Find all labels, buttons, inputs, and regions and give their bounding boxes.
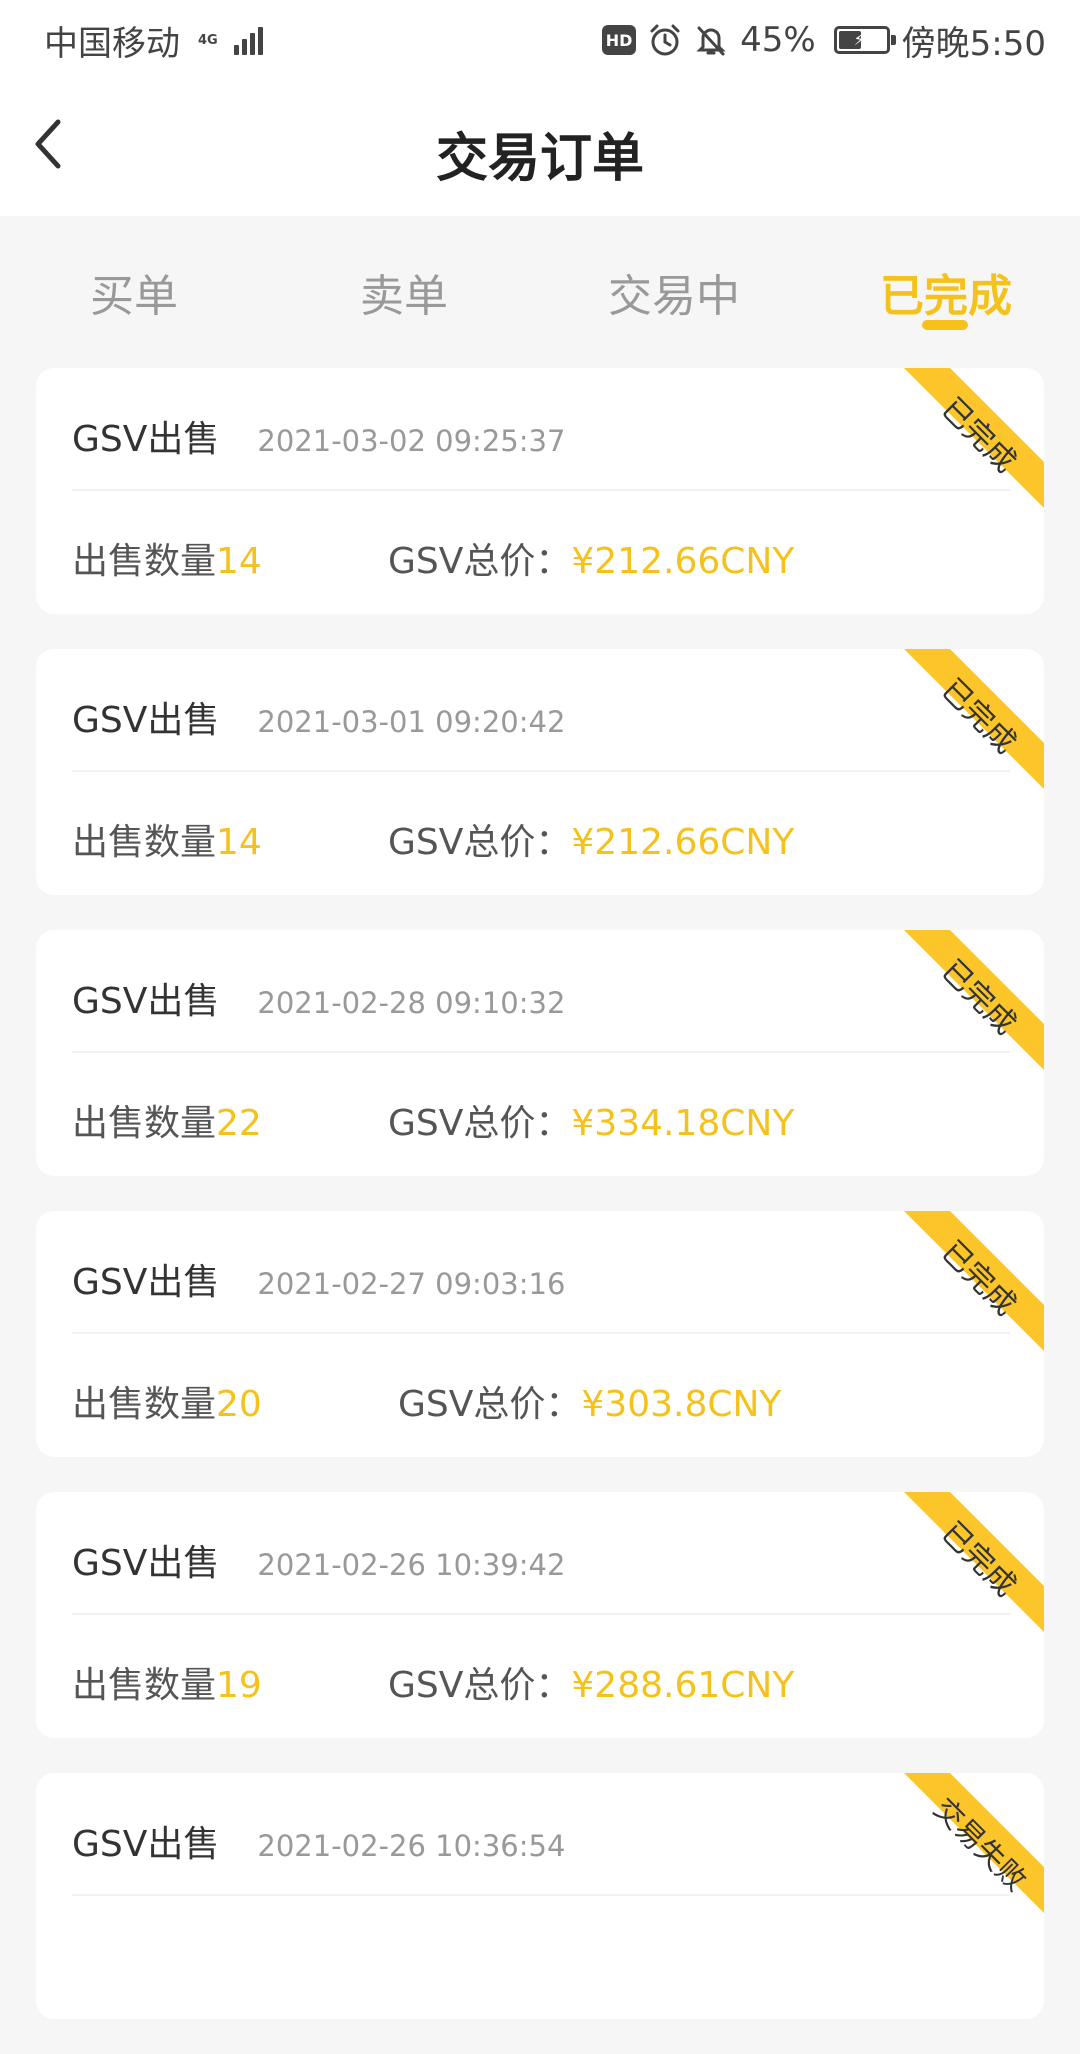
alarm-icon: [650, 24, 680, 56]
carrier-name: 中国移动: [44, 23, 180, 64]
status-ribbon: 已完成: [904, 1211, 1044, 1351]
total-price: GSV总价：¥288.61CNY: [388, 1656, 794, 1708]
tab-sell-orders[interactable]: 卖单: [294, 260, 514, 324]
divider: [72, 1332, 1010, 1334]
tab-bar: 买单 卖单 交易中 已完成: [0, 216, 1080, 336]
order-header: GSV出售 2021-02-26 10:39:42: [72, 1534, 565, 1586]
quantity: 出售数量22: [72, 1094, 262, 1146]
order-time: 2021-02-28 09:10:32: [257, 986, 566, 1020]
status-right: HD 45% ⚡ 傍晚5:50: [602, 16, 1046, 65]
divider: [72, 1051, 1010, 1053]
order-type: GSV出售: [72, 1262, 220, 1303]
total-price: GSV总价：¥212.66CNY: [388, 813, 794, 865]
status-ribbon: 已完成: [904, 368, 1044, 508]
battery-icon: ⚡: [833, 26, 896, 54]
total-price-label: GSV总价：: [388, 822, 572, 863]
total-price: GSV总价：¥334.18CNY: [388, 1094, 794, 1146]
total-price-label: GSV总价：: [398, 1384, 582, 1425]
order-type: GSV出售: [72, 419, 220, 460]
order-header: GSV出售 2021-02-26 10:36:54: [72, 1815, 565, 1867]
quantity-label: 出售数量: [72, 1665, 217, 1706]
total-price: GSV总价：¥212.66CNY: [388, 532, 794, 584]
quantity-value: 14: [216, 822, 262, 863]
order-time: 2021-02-26 10:39:42: [257, 1548, 566, 1582]
order-time: 2021-03-01 09:20:42: [257, 705, 566, 739]
total-price-label: GSV总价：: [388, 541, 572, 582]
quantity-label: 出售数量: [72, 1103, 217, 1144]
order-details: 出售数量20 GSV总价：¥303.8CNY: [72, 1375, 972, 1425]
order-time: 2021-02-27 09:03:16: [257, 1267, 566, 1301]
charging-icon: ⚡: [853, 30, 865, 49]
order-time: 2021-02-26 10:36:54: [257, 1829, 566, 1863]
total-price-value: ¥334.18CNY: [571, 1103, 795, 1144]
tab-buy-orders[interactable]: 买单: [24, 260, 244, 324]
total-price-label: GSV总价：: [388, 1665, 572, 1706]
status-ribbon: 已完成: [904, 930, 1044, 1070]
nav-bar: 交易订单: [0, 80, 1080, 216]
quantity: 出售数量14: [72, 813, 262, 865]
total-price-value: ¥303.8CNY: [581, 1384, 782, 1425]
divider: [72, 1894, 1010, 1896]
battery-percent: 45%: [740, 20, 816, 60]
order-header: GSV出售 2021-02-28 09:10:32: [72, 972, 565, 1024]
quantity-label: 出售数量: [72, 541, 217, 582]
total-price-value: ¥288.61CNY: [571, 1665, 795, 1706]
total-price-value: ¥212.66CNY: [571, 541, 795, 582]
status-ribbon: 交易失败: [904, 1773, 1044, 1913]
status-ribbon: 已完成: [904, 1492, 1044, 1632]
order-card[interactable]: GSV出售 2021-03-02 09:25:37 出售数量14 GSV总价：¥…: [36, 368, 1044, 614]
quantity-value: 22: [216, 1103, 262, 1144]
quantity-value: 19: [216, 1665, 262, 1706]
network-type: 4G: [198, 32, 218, 48]
mute-bell-icon: [696, 26, 726, 56]
signal-icon: [233, 25, 263, 55]
order-card[interactable]: GSV出售 2021-02-26 10:36:54 交易失败: [36, 1773, 1044, 2019]
clock: 傍晚5:50: [901, 23, 1046, 64]
quantity-value: 20: [216, 1384, 262, 1425]
order-header: GSV出售 2021-03-02 09:25:37: [72, 410, 565, 462]
active-tab-indicator: [922, 320, 968, 330]
order-details: 出售数量19 GSV总价：¥288.61CNY: [72, 1656, 972, 1706]
total-price-label: GSV总价：: [388, 1103, 572, 1144]
status-bar: 中国移动 4G HD 45% ⚡ 傍晚5:50: [0, 0, 1080, 80]
divider: [72, 1613, 1010, 1615]
order-details: 出售数量14 GSV总价：¥212.66CNY: [72, 813, 972, 863]
order-header: GSV出售 2021-02-27 09:03:16: [72, 1253, 565, 1305]
order-card[interactable]: GSV出售 2021-02-26 10:39:42 出售数量19 GSV总价：¥…: [36, 1492, 1044, 1738]
page-title: 交易订单: [435, 129, 644, 189]
total-price-value: ¥212.66CNY: [571, 822, 795, 863]
order-type: GSV出售: [72, 700, 220, 741]
divider: [72, 489, 1010, 491]
quantity-label: 出售数量: [72, 1384, 217, 1425]
divider: [72, 770, 1010, 772]
status-ribbon: 已完成: [904, 649, 1044, 789]
quantity: 出售数量14: [72, 532, 262, 584]
hd-icon: HD: [602, 25, 637, 55]
tab-in-progress[interactable]: 交易中: [564, 260, 784, 324]
status-left: 中国移动 4G: [44, 16, 263, 65]
order-list: GSV出售 2021-03-02 09:25:37 出售数量14 GSV总价：¥…: [36, 368, 1044, 2054]
order-type: GSV出售: [72, 1824, 220, 1865]
order-card[interactable]: GSV出售 2021-02-27 09:03:16 出售数量20 GSV总价：¥…: [36, 1211, 1044, 1457]
tab-completed[interactable]: 已完成: [836, 260, 1056, 324]
quantity-label: 出售数量: [72, 822, 217, 863]
order-type: GSV出售: [72, 981, 220, 1022]
quantity: 出售数量20: [72, 1375, 262, 1427]
order-type: GSV出售: [72, 1543, 220, 1584]
order-card[interactable]: GSV出售 2021-02-28 09:10:32 出售数量22 GSV总价：¥…: [36, 930, 1044, 1176]
quantity: 出售数量19: [72, 1656, 262, 1708]
order-header: GSV出售 2021-03-01 09:20:42: [72, 691, 565, 743]
order-details: 出售数量14 GSV总价：¥212.66CNY: [72, 532, 972, 582]
order-card[interactable]: GSV出售 2021-03-01 09:20:42 出售数量14 GSV总价：¥…: [36, 649, 1044, 895]
quantity-value: 14: [216, 541, 262, 582]
order-time: 2021-03-02 09:25:37: [257, 424, 566, 458]
total-price: GSV总价：¥303.8CNY: [398, 1375, 781, 1427]
order-details: 出售数量22 GSV总价：¥334.18CNY: [72, 1094, 972, 1144]
